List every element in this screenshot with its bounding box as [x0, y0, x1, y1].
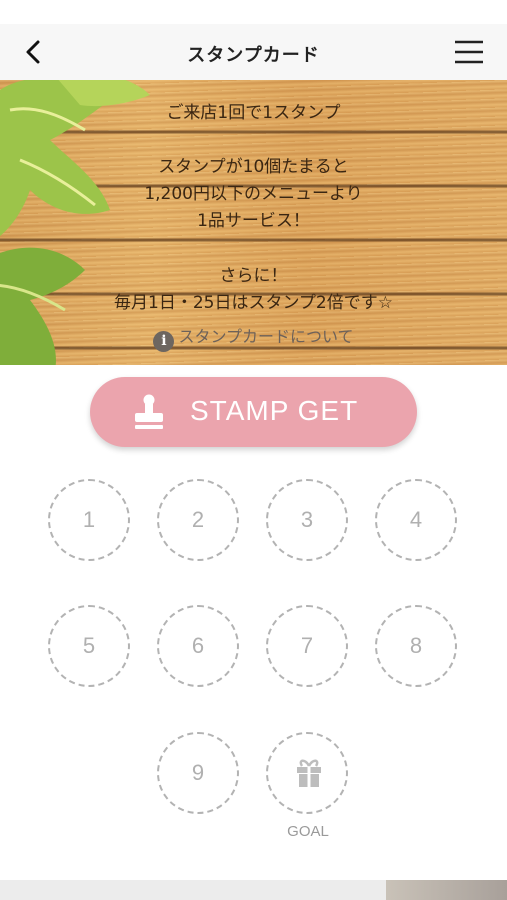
stamp-slot-5: 5	[48, 605, 130, 687]
stamp-icon	[135, 394, 163, 429]
stamp-get-button[interactable]: STAMP GET	[90, 377, 417, 447]
stamp-slot-8: 8	[375, 605, 457, 687]
stamp-slot-9: 9	[157, 732, 239, 814]
page-title: スタンプカード	[187, 45, 320, 66]
info-banner: ご来店1回で1スタンプ スタンプが10個たまると 1,200円以下のメニューより…	[0, 80, 507, 365]
stamp-card-info-link[interactable]: i スタンプカードについて	[0, 323, 507, 352]
info-circle-icon: i	[153, 331, 175, 352]
goal-label: GOAL	[287, 823, 329, 840]
goal-slot	[266, 732, 348, 814]
status-area	[0, 0, 507, 24]
menu-button[interactable]	[453, 38, 485, 66]
banner-line-3: 1,200円以下のメニューより	[144, 184, 363, 204]
banner-line-1: ご来店1回で1スタンプ	[166, 103, 341, 123]
stamp-slot-3: 3	[266, 479, 348, 561]
stamp-slot-1: 1	[48, 479, 130, 561]
header-bar: スタンプカード	[0, 24, 507, 81]
stamp-slot-6: 6	[157, 605, 239, 687]
banner-line-4: 1品サービス！	[197, 211, 310, 231]
hamburger-menu-icon	[455, 40, 483, 64]
banner-line-5: さらに！	[219, 266, 288, 286]
stamp-slot-4: 4	[375, 479, 457, 561]
stamp-get-label: STAMP GET	[190, 395, 359, 426]
stamp-slot-7: 7	[266, 605, 348, 687]
info-link-label: スタンプカードについて	[178, 327, 354, 346]
stamp-slot-2: 2	[157, 479, 239, 561]
banner-line-6: 毎月1日・25日はスタンプ2倍です☆	[114, 293, 393, 313]
banner-line-2: スタンプが10個たまると	[158, 157, 349, 177]
bottom-thumbnail	[386, 880, 507, 900]
gift-icon	[297, 759, 321, 787]
